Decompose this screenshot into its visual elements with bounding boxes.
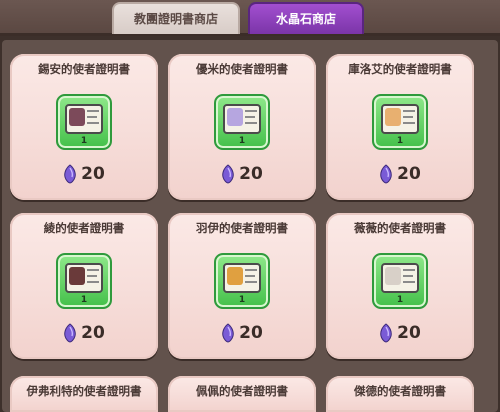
item-title: 錫安的使者證明書 [38,62,130,76]
certificate-icon: 1 [214,253,270,309]
shop-item-card[interactable]: 錫安的使者證明書 1 20 [10,54,158,200]
item-title: 綾的使者證明書 [43,221,125,235]
item-title: 傑德的使者證明書 [354,384,446,398]
item-price: 20 [239,323,263,343]
certificate-icon: 1 [214,94,270,150]
ticket-icon [223,104,261,134]
certificate-icon: 1 [372,94,428,150]
ticket-icon [381,104,419,134]
shop-item-card[interactable]: 傑德的使者證明書 [326,376,474,412]
portrait-icon [69,267,85,285]
portrait-icon [69,108,85,126]
item-price: 20 [397,164,421,184]
tab-crystal-shop[interactable]: 水晶石商店 [248,2,364,34]
item-price: 20 [81,164,105,184]
item-price: 20 [239,164,263,184]
ticket-icon [223,263,261,293]
portrait-icon [227,267,243,285]
crystal-icon [64,323,76,343]
certificate-icon: 1 [56,94,112,150]
certificate-icon: 1 [56,253,112,309]
item-count: 1 [396,136,404,146]
ticket-icon [65,104,103,134]
crystal-icon [222,164,234,184]
item-title: 薇薇的使者證明書 [354,221,446,235]
portrait-icon [385,267,401,285]
tab-label: 教團證明書商店 [133,11,218,26]
item-title: 優米的使者證明書 [196,62,288,76]
price-row: 20 [168,321,316,345]
tab-label: 水晶石商店 [275,11,336,26]
crystal-icon [380,164,392,184]
price-row: 20 [168,162,316,186]
item-title: 羽伊的使者證明書 [196,221,288,235]
shop-item-card[interactable]: 薇薇的使者證明書 1 20 [326,213,474,359]
crystal-icon [222,323,234,343]
tab-bar: 教團證明書商店 水晶石商店 [0,0,500,36]
item-price: 20 [81,323,105,343]
item-title: 佩佩的使者證明書 [196,384,288,398]
item-title: 庫洛艾的使者證明書 [348,62,452,76]
tab-order-certificate-shop[interactable]: 教團證明書商店 [112,2,240,34]
price-row: 20 [326,321,474,345]
shop-item-card[interactable]: 羽伊的使者證明書 1 20 [168,213,316,359]
item-count: 1 [238,136,246,146]
shop-item-card[interactable]: 優米的使者證明書 1 20 [168,54,316,200]
portrait-icon [227,108,243,126]
price-row: 20 [10,321,158,345]
price-row: 20 [326,162,474,186]
ticket-icon [65,263,103,293]
certificate-icon: 1 [372,253,428,309]
crystal-icon [380,323,392,343]
portrait-icon [385,108,401,126]
shop-item-card[interactable]: 伊弗利特的使者證明書 [10,376,158,412]
item-count: 1 [80,136,88,146]
item-price: 20 [397,323,421,343]
item-title: 伊弗利特的使者證明書 [26,384,142,398]
price-row: 20 [10,162,158,186]
ticket-icon [381,263,419,293]
shop-item-card[interactable]: 綾的使者證明書 1 20 [10,213,158,359]
item-count: 1 [396,295,404,305]
item-count: 1 [80,295,88,305]
shop-item-card[interactable]: 佩佩的使者證明書 [168,376,316,412]
crystal-icon [64,164,76,184]
item-count: 1 [238,295,246,305]
shop-item-card[interactable]: 庫洛艾的使者證明書 1 20 [326,54,474,200]
